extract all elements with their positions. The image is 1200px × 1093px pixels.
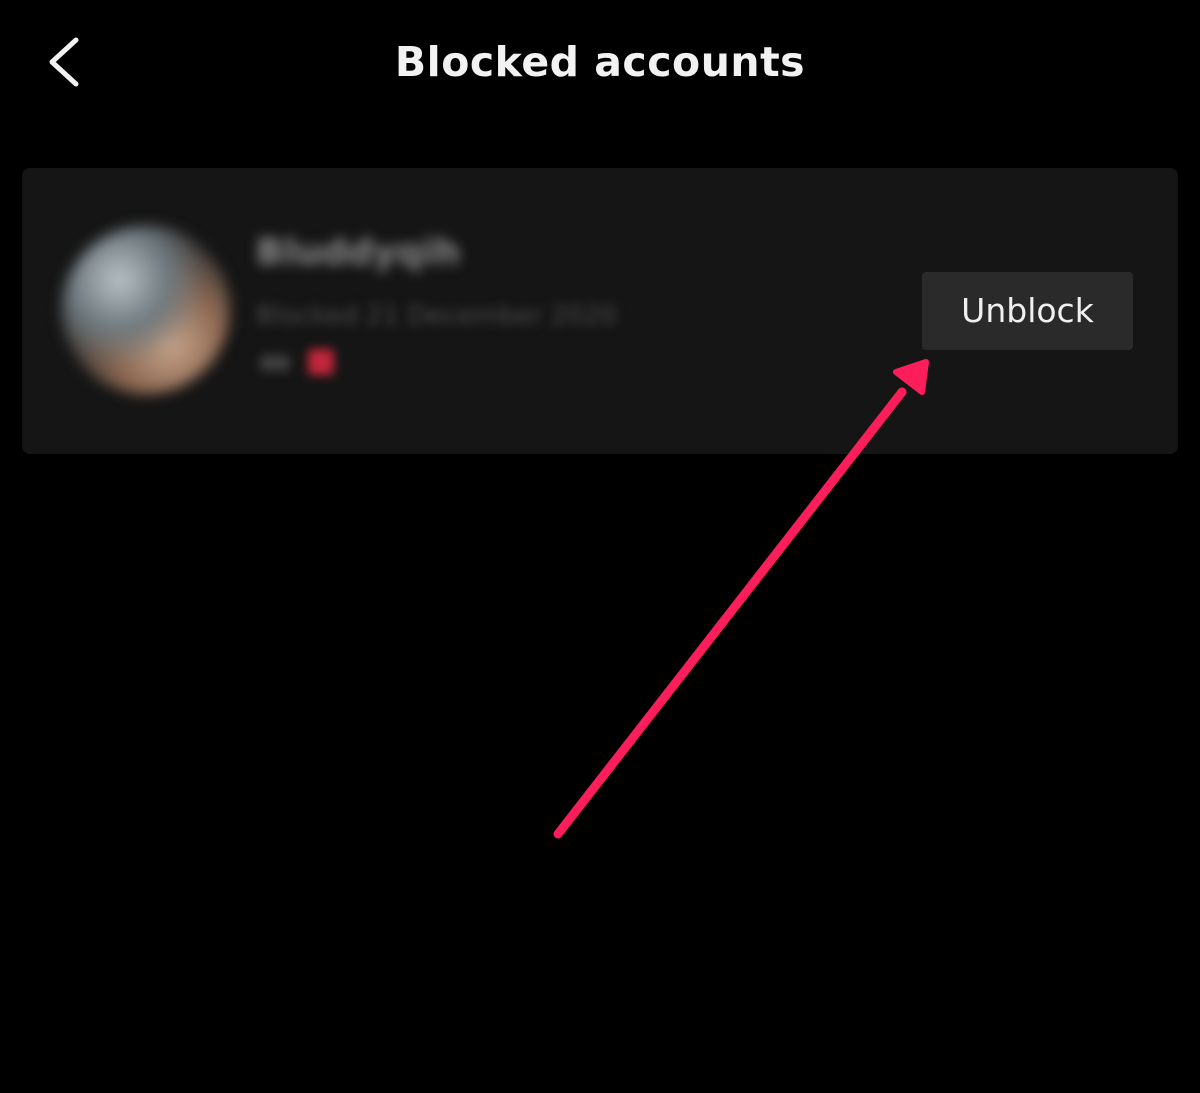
tag-badge [260,355,290,371]
blocked-user-subtitle: Blocked 21 December 2020 [256,301,617,331]
page-title: Blocked accounts [394,38,806,86]
blocked-accounts-screen: Blocked accounts Bluddyqih Blocked 21 De… [0,0,1200,1093]
flag-icon [308,349,334,375]
blocked-user-name[interactable]: Bluddyqih [256,228,460,278]
annotation-arrow-icon [553,359,929,839]
blocked-user-tag [256,345,346,379]
unblock-button[interactable]: Unblock [922,272,1133,350]
avatar[interactable] [62,226,230,394]
